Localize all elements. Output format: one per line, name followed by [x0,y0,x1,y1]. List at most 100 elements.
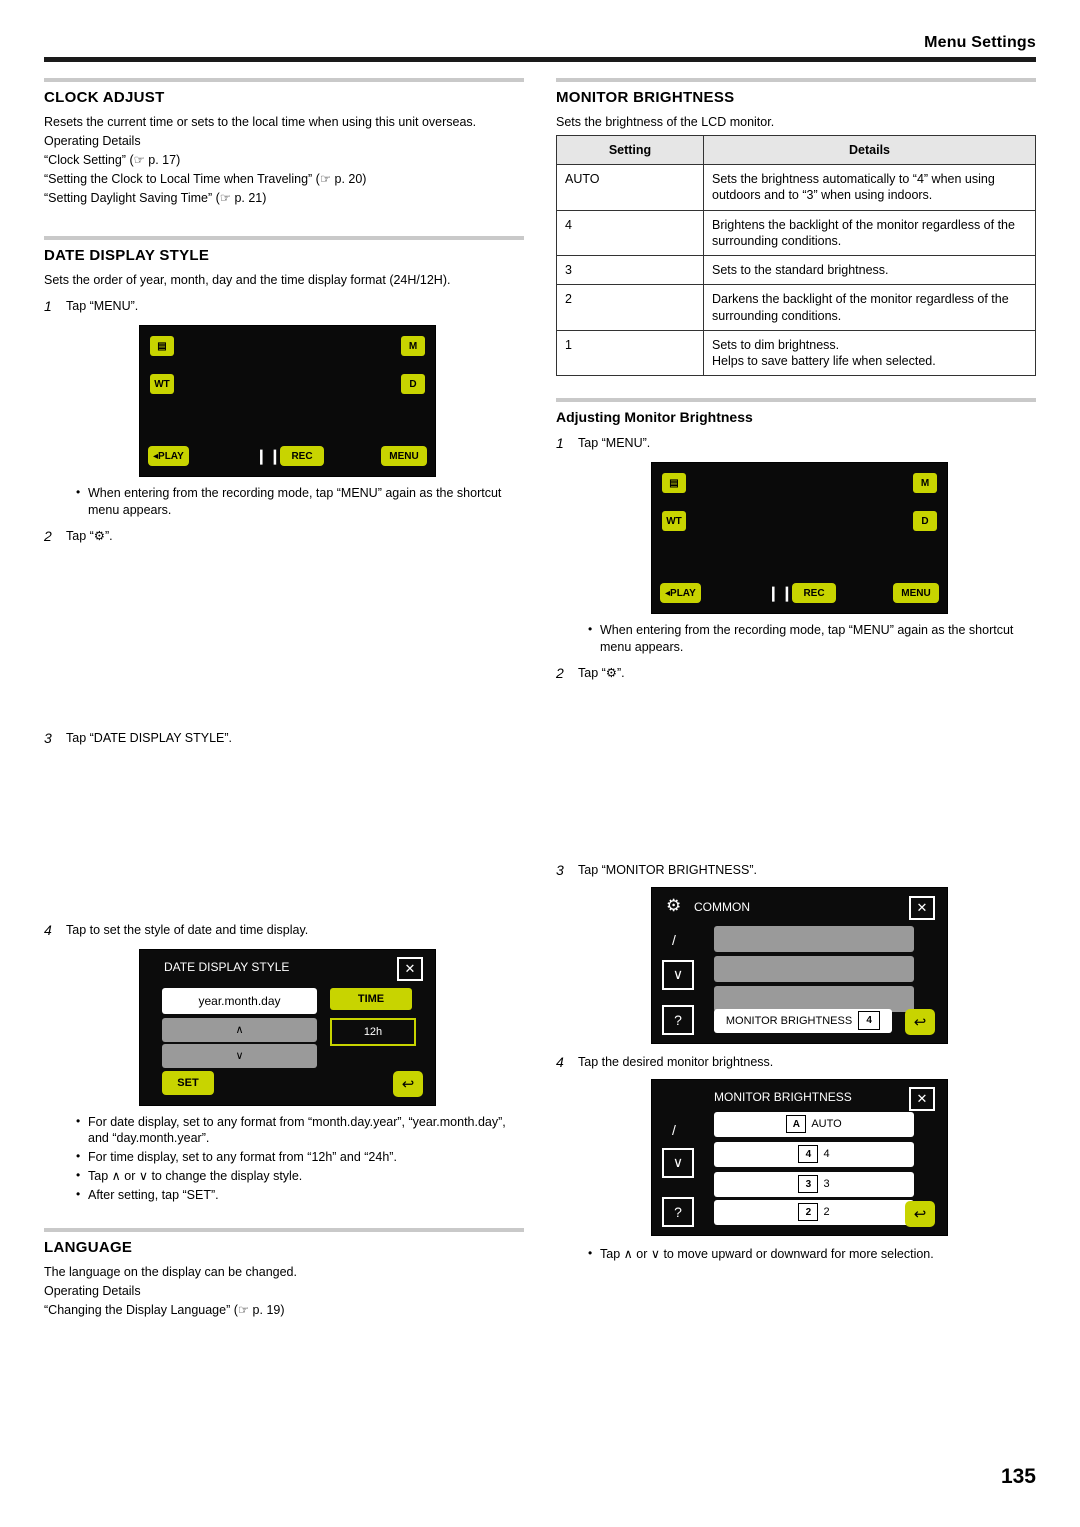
step-text: Tap to set the style of date and time di… [66,922,309,937]
playback-button[interactable]: ◂ PLAY [660,583,701,604]
option-label: AUTO [811,1118,842,1131]
step-number: 3 [556,861,564,878]
close-icon[interactable]: ✕ [397,956,423,981]
set-button[interactable]: SET [162,1070,214,1095]
sd-card-icon: ▤ [150,336,174,357]
close-icon[interactable]: ✕ [909,1086,935,1111]
date-step1-notes: When entering from the recording mode, t… [74,484,524,519]
option-badge: 3 [798,1175,819,1194]
col-setting: Setting [556,134,704,166]
mode-m-icon: M [913,473,937,494]
menu-button[interactable]: MENU [893,583,939,604]
cell-setting: 3 [556,255,704,286]
menu-row-2[interactable] [714,955,914,982]
dialog-title: MONITOR BRIGHTNESS [714,1089,852,1104]
note-after-setting: After setting, tap “SET”. [74,1186,524,1204]
mode-d-icon: D [401,374,425,395]
option-2[interactable]: 22 [714,1199,914,1225]
date-down-row[interactable]: ∨ [162,1043,317,1068]
note-change-style: Tap ∧ or ∨ to change the display style. [74,1167,524,1185]
note-shortcut-menu: When entering from the recording mode, t… [74,484,524,519]
option-label: 2 [823,1206,830,1219]
monitor-brightness-table: Setting Details AUTO Sets the brightness… [556,134,1036,377]
subsection-heading-adjusting: Adjusting Monitor Brightness [556,409,753,426]
back-button[interactable]: ↩ [905,1008,935,1035]
language-operating-details-label: Operating Details [44,1283,141,1298]
option-3[interactable]: 33 [714,1171,914,1197]
step-number: 4 [556,1053,564,1070]
note-shortcut-menu: When entering from the recording mode, t… [586,621,1036,656]
cell-details: Darkens the backlight of the monitor reg… [703,284,1036,331]
lcd-preview-recording-left: ▤ WT M D ◂ PLAY ❙❙ REC MENU [139,325,436,478]
adjust-step1-notes: When entering from the recording mode, t… [586,621,1036,656]
language-link: “Changing the Display Language” (☞ p. 19… [44,1302,285,1317]
option-4[interactable]: 44 [714,1141,914,1167]
scroll-down-icon[interactable]: ∨ [662,1147,694,1178]
option-label: 4 [823,1148,830,1161]
back-button[interactable]: ↩ [393,1070,423,1097]
language-description: The language on the display can be chang… [44,1264,297,1279]
playback-label: PLAY [670,587,696,599]
clock-adjust-description: Resets the current time or sets to the l… [44,115,477,129]
col-details: Details [703,134,1036,166]
help-icon[interactable]: ? [662,1004,694,1035]
clock-link-3: “Setting Daylight Saving Time” (☞ p. 21) [44,190,267,205]
scroll-down-icon[interactable]: ∨ [662,959,694,990]
date-display-description: Sets the order of year, month, day and t… [44,273,451,288]
adjust-step4-notes: Tap ∧ or ∨ to move upward or downward fo… [586,1245,1036,1263]
step-number: 2 [556,665,564,681]
date-up-row[interactable]: ∧ [162,1017,317,1042]
clock-link-1: “Clock Setting” (☞ p. 17) [44,152,181,167]
close-icon[interactable]: ✕ [909,895,935,920]
cell-details: Sets the brightness automatically to “4”… [703,164,1036,211]
rec-button[interactable]: REC [280,446,324,467]
step-text: Tap “MONITOR BRIGHTNESS”. [578,862,757,877]
menu-button[interactable]: MENU [381,446,427,467]
sd-card-icon: ▤ [662,473,686,494]
step-text: Tap “⚙”. [66,528,113,543]
cell-details: Sets to the standard brightness. [703,255,1036,286]
dialog-title: COMMON [694,899,750,914]
menu-row-3[interactable] [714,985,914,1012]
date-format-value[interactable]: year.month.day [162,987,317,1014]
dialog-title: DATE DISPLAY STYLE [164,959,290,974]
step-number: 1 [44,298,52,315]
section-heading-clock-adjust: CLOCK ADJUST [44,89,165,106]
wt-zoom-icon: WT [662,511,686,532]
gear-icon: ⚙ [666,895,682,915]
date-step-2: 2 Tap “⚙”. [44,528,524,545]
menu-item-monitor-brightness[interactable]: MONITOR BRIGHTNESS 4 [714,1008,892,1033]
lcd-preview-recording-right: ▤ WT M D ◂ PLAY ❙❙ REC MENU [651,462,948,615]
header-divider [44,57,1036,62]
rec-button[interactable]: REC [792,583,836,604]
time-format-value[interactable]: 12h [330,1017,416,1046]
help-icon[interactable]: ? [662,1196,694,1227]
cell-details: Brightens the backlight of the monitor r… [703,209,1036,257]
step-number: 2 [44,527,52,544]
section-heading-date-display-style: DATE DISPLAY STYLE [44,247,210,265]
adjust-step-1: 1 Tap “MENU”. [556,435,1036,452]
menu-row-1[interactable] [714,925,914,952]
common-menu-dialog: ⚙ COMMON ✕ / ∨ ? MONITOR BRIGHTNESS 4 ↩ [651,886,948,1044]
option-auto[interactable]: A AUTO [714,1111,914,1137]
playback-button[interactable]: ◂ PLAY [148,446,189,467]
date-display-style-dialog: DATE DISPLAY STYLE ✕ year.month.day ∧ ∨ … [139,948,436,1106]
step-text: Tap “DATE DISPLAY STYLE”. [66,730,233,745]
playback-label: PLAY [158,450,184,462]
back-button[interactable]: ↩ [905,1200,935,1227]
section-heading-language: LANGUAGE [44,1238,133,1256]
step-number: 3 [44,729,52,746]
wt-zoom-icon: WT [150,374,174,395]
cell-setting: 4 [556,209,704,257]
option-label: 3 [823,1178,830,1191]
section-divider [44,1227,524,1232]
option-badge: A [786,1115,807,1134]
time-label: TIME [330,987,412,1010]
step-number: 1 [556,435,564,452]
left-column: CLOCK ADJUST Resets the current time or … [44,78,524,1321]
cell-setting: 2 [556,284,704,331]
step-text: Tap the desired monitor brightness. [578,1054,774,1069]
date-step-3: 3 Tap “DATE DISPLAY STYLE”. [44,730,524,747]
pause-icon: ❙❙ [767,585,795,603]
adjust-step-2: 2 Tap “⚙”. [556,665,1036,682]
